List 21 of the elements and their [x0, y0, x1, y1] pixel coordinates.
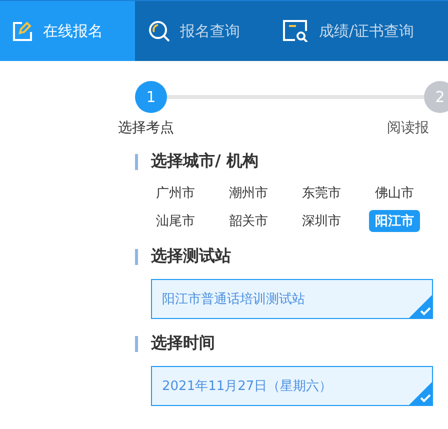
step-number: 2	[424, 81, 448, 113]
city-option[interactable]: 广州市	[150, 182, 201, 204]
step-label: 阅读报	[386, 119, 430, 137]
city-option[interactable]: 汕尾市	[150, 210, 201, 232]
city-option[interactable]: 韶关市	[223, 210, 274, 232]
city-option[interactable]: 深圳市	[296, 210, 347, 232]
search-icon	[148, 20, 170, 42]
nav-tab[interactable]: 报名查询	[135, 1, 270, 61]
step-number: 1	[135, 81, 167, 113]
edit-icon	[13, 21, 33, 41]
step-label: 选择考点	[117, 119, 174, 137]
city-option[interactable]: 佛山市	[369, 182, 420, 204]
certificate-search-icon	[283, 20, 309, 42]
city-option[interactable]: 东莞市	[296, 182, 347, 204]
section-title: 选择测试站	[151, 246, 231, 267]
section-title: 选择城市/ 机构	[151, 151, 258, 172]
city-option[interactable]: 潮州市	[223, 182, 274, 204]
section-title: 选择时间	[151, 333, 215, 354]
nav-tab[interactable]: 成绩/证书查询	[270, 1, 428, 61]
check-icon	[408, 294, 433, 319]
check-icon	[408, 381, 433, 406]
